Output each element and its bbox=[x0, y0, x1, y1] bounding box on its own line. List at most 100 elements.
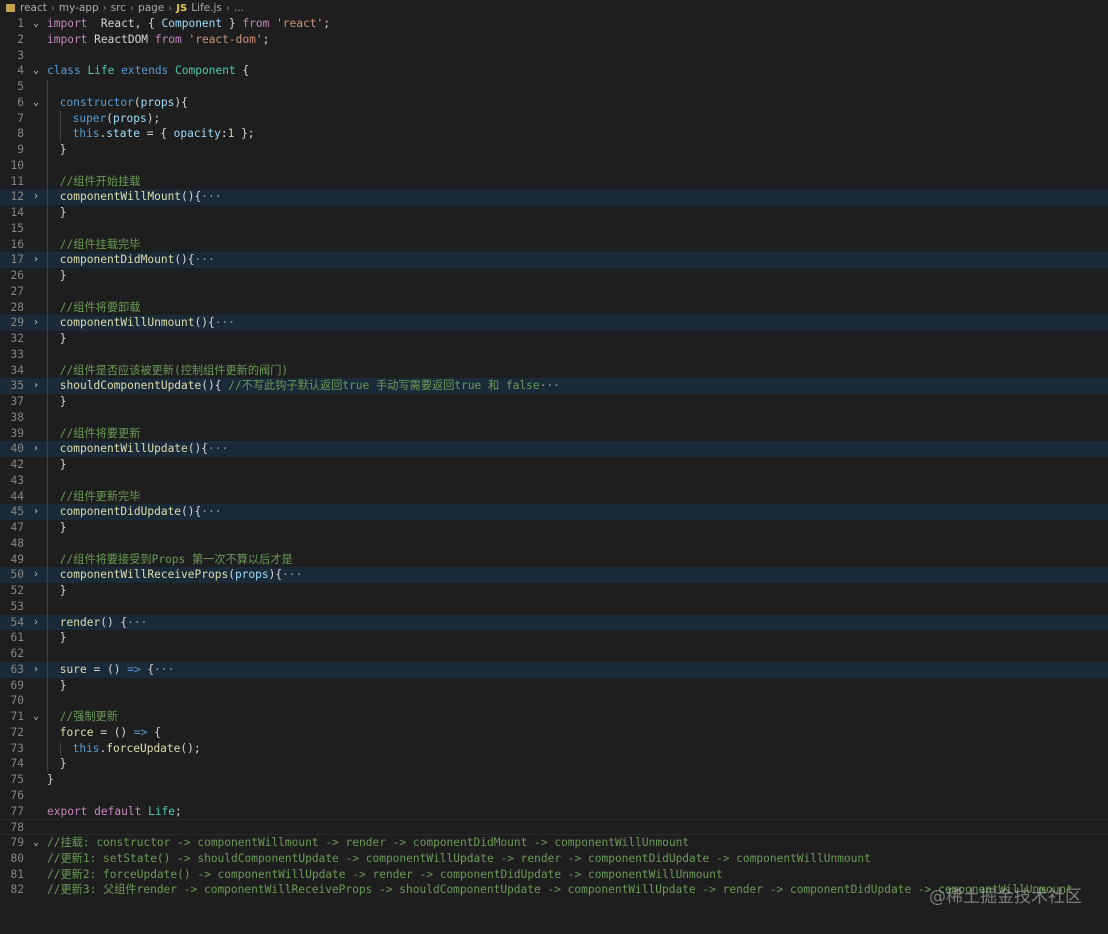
folded-ellipsis[interactable]: ··· bbox=[201, 505, 221, 518]
folded-ellipsis[interactable]: ··· bbox=[195, 253, 215, 266]
code-line[interactable]: 15 bbox=[0, 220, 1108, 237]
code-line[interactable]: 79 ⌄ //挂载: constructor -> componentWillmou… bbox=[0, 835, 1108, 851]
code-line[interactable]: 32} bbox=[0, 331, 1108, 347]
code-line[interactable]: 54 › render() {··· bbox=[0, 614, 1108, 631]
chevron-right-icon[interactable]: › bbox=[31, 615, 41, 631]
breadcrumb-item-symbol[interactable]: ... bbox=[234, 2, 244, 14]
code-line[interactable]: 27 bbox=[0, 283, 1108, 300]
chevron-right-icon[interactable]: › bbox=[31, 441, 41, 457]
code-line[interactable]: 26} bbox=[0, 268, 1108, 284]
code-line[interactable]: 70 bbox=[0, 693, 1108, 709]
breadcrumb-item-my-app[interactable]: my-app bbox=[59, 2, 99, 14]
code-line[interactable]: 73 this.forceUpdate(); bbox=[0, 740, 1108, 757]
chevron-down-icon[interactable]: ⌄ bbox=[31, 95, 41, 111]
chevron-right-icon[interactable]: › bbox=[31, 504, 41, 520]
code-line[interactable]: 17 › componentDidMount(){··· bbox=[0, 252, 1108, 268]
code-line[interactable]: 4 ⌄ class Life extends Component { bbox=[0, 63, 1108, 79]
line-number: 8 bbox=[17, 127, 24, 141]
code-line[interactable]: 5 bbox=[0, 79, 1108, 95]
code-line[interactable]: 53 bbox=[0, 598, 1108, 615]
code-line[interactable]: 45 › componentDidUpdate(){··· bbox=[0, 504, 1108, 520]
code-token: //组件将要卸载 bbox=[59, 300, 141, 314]
code-line[interactable]: 43 bbox=[0, 472, 1108, 489]
code-line[interactable]: 7 super(props); bbox=[0, 110, 1108, 127]
code-line[interactable]: 80 //更新1: setState() -> shouldComponentUp… bbox=[0, 851, 1108, 867]
folded-ellipsis[interactable]: ··· bbox=[127, 616, 147, 629]
code-token: componentWillMount bbox=[59, 190, 182, 204]
code-line[interactable]: 3 bbox=[0, 48, 1108, 64]
code-area[interactable]: 1 ⌄ import React, { Component } from 'reac… bbox=[0, 16, 1108, 898]
chevron-right-icon[interactable]: › bbox=[31, 315, 41, 331]
chevron-down-icon[interactable]: ⌄ bbox=[31, 709, 41, 725]
code-line[interactable]: 9} bbox=[0, 142, 1108, 158]
code-line[interactable]: 63 › sure = () => {··· bbox=[0, 661, 1108, 678]
code-line[interactable]: 71 ⌄ //强制更新 bbox=[0, 709, 1108, 725]
code-line[interactable]: 11 //组件开始挂载 bbox=[0, 173, 1108, 190]
code-line[interactable]: 2 import ReactDOM from 'react-dom'; bbox=[0, 32, 1108, 48]
chevron-right-icon: › bbox=[225, 2, 230, 14]
breadcrumb-item-page[interactable]: page bbox=[138, 2, 164, 14]
code-token: Component bbox=[161, 17, 223, 30]
breadcrumb-item-react[interactable]: react bbox=[20, 2, 47, 14]
chevron-right-icon[interactable]: › bbox=[31, 567, 41, 583]
code-line[interactable]: 81 //更新2: forceUpdate() -> componentWillU… bbox=[0, 867, 1108, 883]
code-line[interactable]: 10 bbox=[0, 157, 1108, 174]
code-token: //强制更新 bbox=[59, 710, 119, 723]
code-line[interactable]: 6 ⌄ constructor(props){ bbox=[0, 94, 1108, 111]
chevron-right-icon[interactable]: › bbox=[31, 252, 41, 268]
indent-guide bbox=[47, 425, 48, 442]
folded-ellipsis[interactable]: ··· bbox=[282, 568, 302, 581]
code-editor[interactable]: react › my-app › src › page › JS Life.js… bbox=[0, 0, 1108, 934]
code-line[interactable]: 48 bbox=[0, 535, 1108, 552]
code-line[interactable]: 34 //组件是否应该被更新(控制组件更新的阀门) bbox=[0, 362, 1108, 379]
code-line[interactable]: 40 › componentWillUpdate(){··· bbox=[0, 441, 1108, 457]
code-line[interactable]: 29 › componentWillUnmount(){··· bbox=[0, 315, 1108, 331]
code-line[interactable]: 78 bbox=[0, 819, 1108, 835]
code-line[interactable]: 75} bbox=[0, 772, 1108, 788]
code-line[interactable]: 39 //组件将要更新 bbox=[0, 425, 1108, 442]
chevron-right-icon[interactable]: › bbox=[31, 189, 41, 205]
code-line[interactable]: 76 bbox=[0, 788, 1108, 804]
code-token: //挂载: constructor -> componentWillmount … bbox=[47, 836, 690, 849]
folded-ellipsis[interactable]: ··· bbox=[154, 663, 174, 676]
code-line[interactable]: 44 //组件更新完毕 bbox=[0, 488, 1108, 505]
chevron-right-icon[interactable]: › bbox=[31, 378, 41, 394]
code-line[interactable]: 42} bbox=[0, 457, 1108, 473]
code-line[interactable]: 28 //组件将要卸载 bbox=[0, 299, 1108, 316]
code-text: componentWillUpdate(){··· bbox=[60, 441, 228, 457]
code-line[interactable]: 72 force = () => { bbox=[0, 724, 1108, 741]
code-line[interactable]: 38 bbox=[0, 409, 1108, 426]
chevron-down-icon[interactable]: ⌄ bbox=[31, 16, 41, 32]
indent-guide bbox=[47, 441, 48, 457]
code-line[interactable]: 1 ⌄ import React, { Component } from 'reac… bbox=[0, 16, 1108, 32]
code-token: } bbox=[59, 678, 67, 692]
folded-ellipsis[interactable]: ··· bbox=[208, 442, 228, 455]
code-line[interactable]: 8 this.state = { opacity:1 }; bbox=[0, 126, 1108, 142]
chevron-right-icon[interactable]: › bbox=[31, 662, 41, 678]
code-line[interactable]: 12 › componentWillMount(){··· bbox=[0, 189, 1108, 205]
folded-ellipsis[interactable]: ··· bbox=[201, 190, 221, 203]
code-line[interactable]: 69} bbox=[0, 677, 1108, 694]
chevron-down-icon[interactable]: ⌄ bbox=[31, 63, 41, 79]
code-line[interactable]: 16 //组件挂载完毕 bbox=[0, 236, 1108, 253]
code-line[interactable]: 77 export default Life; bbox=[0, 804, 1108, 820]
code-text: //组件开始挂载 bbox=[60, 174, 141, 190]
code-token: //更新3: 父组件render -> componentWillReceive… bbox=[47, 883, 1073, 897]
code-line[interactable]: 35 › shouldComponentUpdate(){ //不写此钩子默认返回t… bbox=[0, 378, 1108, 394]
breadcrumb-item-src[interactable]: src bbox=[111, 2, 126, 14]
chevron-down-icon[interactable]: ⌄ bbox=[31, 835, 41, 851]
code-line[interactable]: 37} bbox=[0, 394, 1108, 410]
code-line[interactable]: 33 bbox=[0, 346, 1108, 363]
folded-ellipsis[interactable]: ··· bbox=[215, 316, 235, 329]
code-line[interactable]: 47} bbox=[0, 520, 1108, 536]
folded-ellipsis[interactable]: ··· bbox=[540, 379, 560, 392]
code-line[interactable]: 74} bbox=[0, 756, 1108, 772]
code-line[interactable]: 62 bbox=[0, 646, 1108, 662]
code-line[interactable]: 50 › componentWillReceiveProps(props){··· bbox=[0, 567, 1108, 583]
code-line[interactable]: 49 //组件将要接受到Props 第一次不算以后才是 bbox=[0, 551, 1108, 568]
code-line[interactable]: 61} bbox=[0, 630, 1108, 646]
code-line[interactable]: 52} bbox=[0, 583, 1108, 599]
code-line[interactable]: 14} bbox=[0, 205, 1108, 221]
breadcrumb-item-file[interactable]: Life.js bbox=[191, 2, 222, 14]
code-text: //组件挂载完毕 bbox=[60, 237, 141, 253]
